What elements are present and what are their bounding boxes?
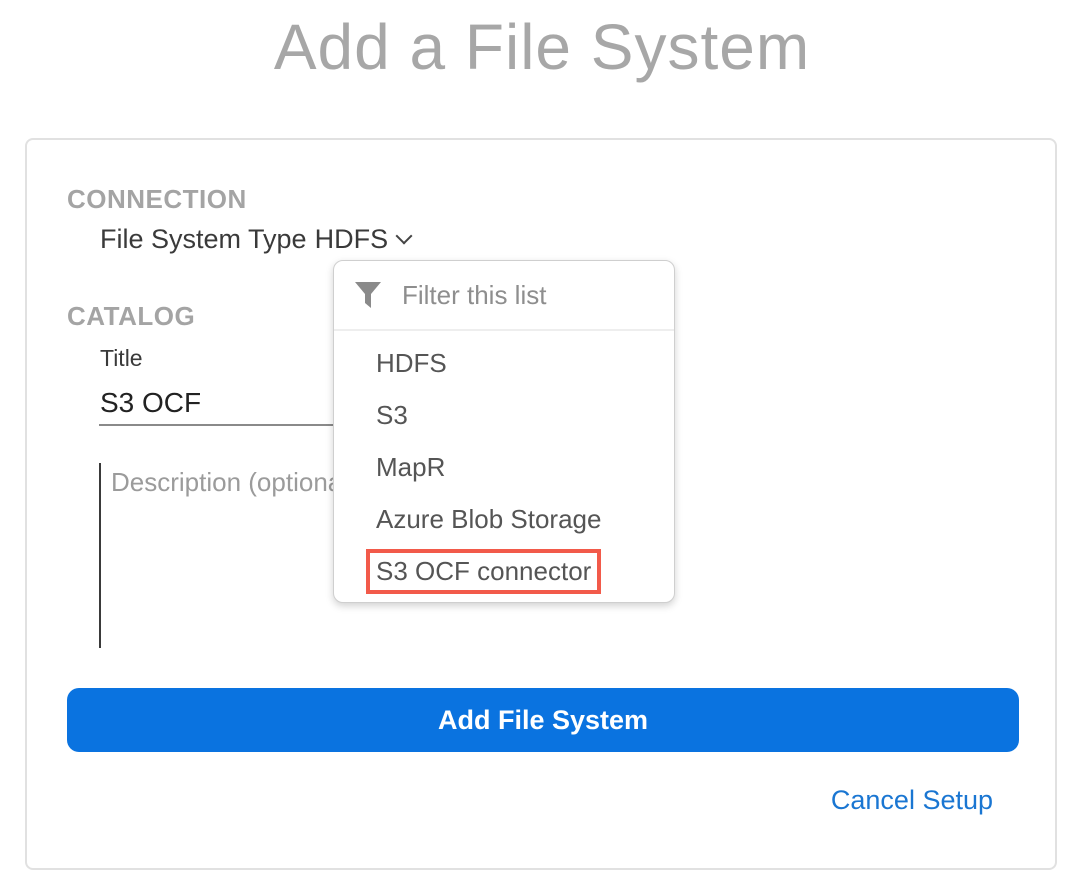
option-label-highlighted: S3 OCF connector xyxy=(366,548,602,594)
connection-heading: CONNECTION xyxy=(67,184,247,214)
cancel-setup-link[interactable]: Cancel Setup xyxy=(831,785,993,816)
file-system-type-dropdown: HDFS S3 MapR Azure Blob Storage S3 OCF c… xyxy=(333,260,675,603)
option-s3[interactable]: S3 xyxy=(334,389,674,441)
option-mapr[interactable]: MapR xyxy=(334,441,674,493)
filter-input[interactable] xyxy=(400,278,634,312)
title-label: Title xyxy=(100,345,143,371)
filter-row xyxy=(334,261,674,331)
add-file-system-button[interactable]: Add File System xyxy=(67,688,1019,752)
add-file-system-page: Add a File System CONNECTION File System… xyxy=(0,0,1074,890)
page-title: Add a File System xyxy=(273,11,811,83)
catalog-heading: CATALOG xyxy=(67,301,196,331)
option-s3-ocf-connector[interactable]: S3 OCF connector xyxy=(334,545,674,597)
chevron-down-icon xyxy=(395,227,413,244)
option-hdfs[interactable]: HDFS xyxy=(334,337,674,389)
file-system-type-row: File System Type HDFS xyxy=(100,224,413,255)
file-system-type-value: HDFS xyxy=(314,224,389,254)
file-system-type-select[interactable]: HDFS xyxy=(314,224,413,255)
option-label: S3 xyxy=(376,399,408,430)
filter-icon xyxy=(355,282,381,308)
option-label: MapR xyxy=(376,451,446,482)
option-list: HDFS S3 MapR Azure Blob Storage S3 OCF c… xyxy=(334,331,674,597)
file-system-type-label: File System Type xyxy=(100,224,307,254)
option-label: Azure Blob Storage xyxy=(376,503,602,534)
option-label: HDFS xyxy=(376,347,447,378)
option-azure-blob-storage[interactable]: Azure Blob Storage xyxy=(334,493,674,545)
